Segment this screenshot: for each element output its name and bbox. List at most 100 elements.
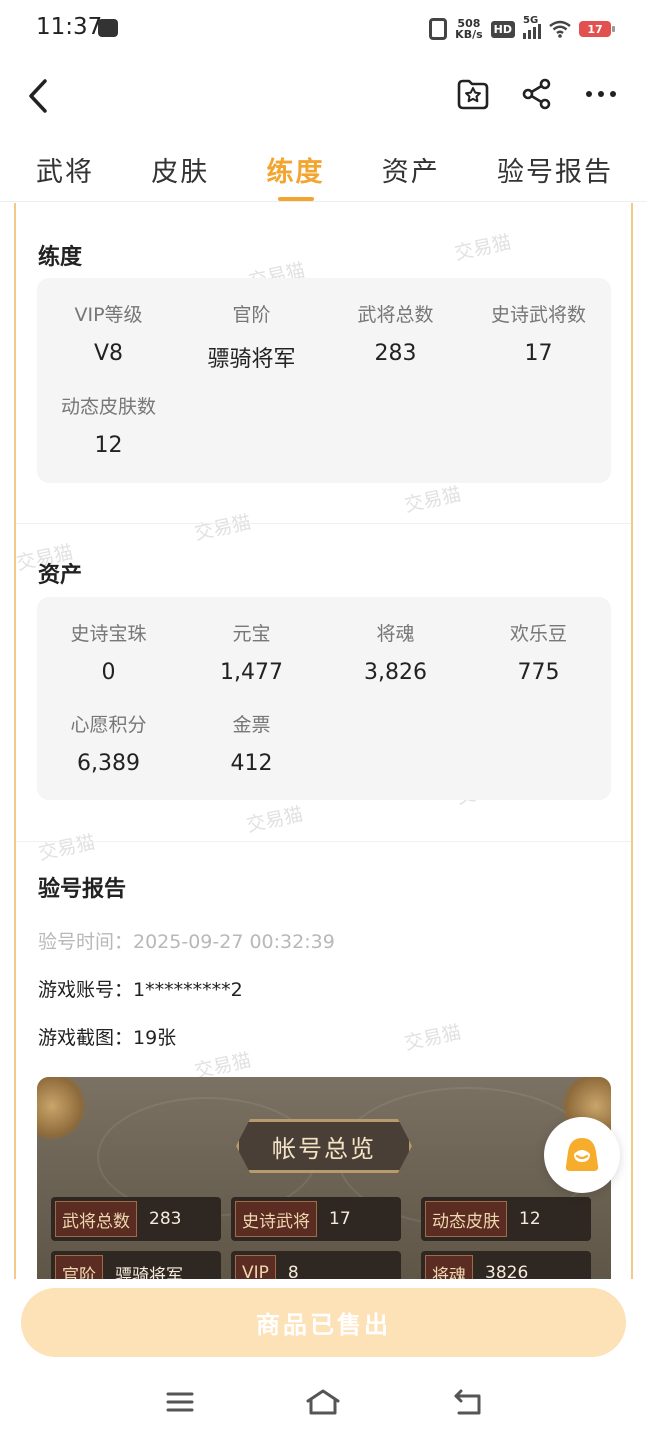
asset-general-soul: 将魂 3,826 — [324, 619, 467, 685]
back-nav-button[interactable] — [448, 1385, 488, 1419]
stat-value: 283 — [374, 341, 417, 366]
home-button[interactable] — [303, 1385, 343, 1419]
report-title: 验号报告 — [38, 877, 127, 902]
detail-content: 交易猫 交易猫 交易猫 交易猫 交易猫 交易猫 交易猫 交易猫 交易猫 交易猫 … — [14, 203, 633, 1279]
cellular-signal-icon: 5G — [523, 15, 541, 39]
report-account: 游戏账号：1*********2 — [38, 979, 243, 1001]
report-screenshots: 游戏截图：19张 — [38, 1027, 177, 1049]
asset-label: 元宝 — [232, 623, 271, 645]
status-bar: 11:37 508 KB/s HD 5G 17 — [0, 0, 647, 58]
back-arrow-icon — [29, 79, 47, 113]
network-speed: 508 KB/s — [455, 18, 482, 40]
menu-button[interactable] — [160, 1385, 200, 1419]
asset-happy-beans: 欢乐豆 775 — [467, 619, 610, 685]
watermark: 交易猫 — [192, 511, 253, 545]
screenshot-stat-value: 283 — [149, 1209, 182, 1229]
asset-label: 欢乐豆 — [509, 623, 567, 645]
battery-icon: 17 — [579, 21, 615, 37]
screenshot-stat: 武将总数 283 — [51, 1197, 221, 1241]
menu-icon — [166, 1392, 194, 1412]
tab-report[interactable]: 验号报告 — [497, 140, 613, 201]
more-button[interactable] — [583, 76, 619, 112]
screenshot-stat: 动态皮肤 12 — [421, 1197, 591, 1241]
share-button[interactable] — [519, 76, 555, 112]
favorite-star-icon — [457, 79, 489, 110]
back-nav-icon — [454, 1389, 481, 1415]
watermark: 交易猫 — [452, 231, 513, 265]
sold-out-button[interactable]: 商品已售出 — [21, 1288, 626, 1357]
asset-label: 将魂 — [376, 623, 415, 645]
screenshot-stat-label: 将魂 — [425, 1255, 473, 1279]
training-panel: VIP等级 V8 官阶 骠骑将军 武将总数 283 史诗武将数 17 动态皮肤数… — [37, 278, 611, 483]
stat-label: 武将总数 — [357, 304, 434, 326]
screenshot-stat-label: VIP — [235, 1255, 276, 1279]
stat-value: 17 — [524, 341, 553, 366]
tab-assets[interactable]: 资产 — [382, 140, 440, 201]
screenshot-stat: 将魂 3826 — [421, 1251, 591, 1279]
screenshot-stat-label: 史诗武将 — [235, 1201, 317, 1237]
customer-service-icon — [565, 1138, 599, 1171]
vibrate-icon — [429, 18, 448, 40]
stat-value: 12 — [94, 433, 123, 458]
asset-yuanbao: 元宝 1,477 — [180, 619, 323, 685]
watermark: 交易猫 — [402, 483, 463, 517]
stat-label: 史诗武将数 — [490, 304, 586, 326]
stat-value: 骠骑将军 — [207, 347, 296, 372]
training-title: 练度 — [38, 245, 83, 270]
report-time: 验号时间：2025-09-27 00:32:39 — [38, 931, 335, 953]
tab-training[interactable]: 练度 — [267, 140, 325, 201]
bottom-action-bar: 商品已售出 — [0, 1279, 647, 1371]
status-indicators: 508 KB/s HD 5G 17 — [429, 14, 615, 44]
screenshot-stat-label: 武将总数 — [55, 1201, 137, 1237]
asset-label: 史诗宝珠 — [70, 623, 147, 645]
back-button[interactable] — [18, 74, 58, 118]
asset-value: 775 — [517, 660, 560, 685]
hd-badge: HD — [490, 20, 515, 38]
watermark: 交易猫 — [402, 1021, 463, 1055]
game-screenshot[interactable]: 帐号总览 武将总数 283 史诗武将 17 动态皮肤 12 官阶 骠骑将军 VI… — [37, 1077, 611, 1279]
favorite-button[interactable] — [455, 76, 491, 112]
system-nav-bar — [0, 1371, 647, 1440]
asset-gold-ticket: 金票 412 — [180, 710, 323, 776]
stat-label: 官阶 — [232, 304, 271, 326]
stat-label: VIP等级 — [74, 304, 143, 326]
share-icon — [522, 78, 551, 110]
top-nav — [0, 62, 647, 130]
divider — [16, 523, 631, 524]
screenshot-stat: 官阶 骠骑将军 — [51, 1251, 221, 1279]
asset-value: 412 — [230, 751, 273, 776]
nav-actions — [455, 76, 619, 112]
asset-wish-points: 心愿积分 6,389 — [37, 710, 180, 776]
app-notification-icon — [98, 19, 118, 37]
network-type: 5G — [523, 15, 539, 26]
screenshot-title: 帐号总览 — [236, 1119, 412, 1173]
status-time: 11:37 — [36, 14, 103, 40]
screenshot-stat: VIP 8 — [231, 1251, 401, 1279]
ornament-left — [37, 1077, 87, 1141]
stat-epic-generals: 史诗武将数 17 — [467, 300, 610, 366]
more-icon — [586, 91, 616, 97]
customer-service-button[interactable] — [544, 1117, 620, 1193]
stat-dynamic-skins: 动态皮肤数 12 — [37, 392, 180, 458]
screenshot-stat-value: 3826 — [485, 1263, 529, 1279]
screenshot-stat: 史诗武将 17 — [231, 1197, 401, 1241]
divider — [16, 841, 631, 842]
stat-rank: 官阶 骠骑将军 — [180, 300, 323, 373]
assets-panel: 史诗宝珠 0 元宝 1,477 将魂 3,826 欢乐豆 775 心愿积分 6,… — [37, 597, 611, 800]
tab-skins[interactable]: 皮肤 — [151, 140, 209, 201]
network-speed-unit: KB/s — [455, 28, 483, 41]
asset-value: 3,826 — [364, 660, 427, 685]
home-icon — [306, 1389, 340, 1415]
tab-bar: 武将 皮肤 练度 资产 验号报告 — [0, 140, 647, 202]
screenshot-stat-value: 12 — [519, 1209, 541, 1229]
screenshot-stat-value: 骠骑将军 — [115, 1265, 183, 1280]
asset-label: 心愿积分 — [70, 714, 147, 736]
screenshot-stat-value: 17 — [329, 1209, 351, 1229]
screenshot-stat-label: 官阶 — [55, 1255, 103, 1279]
asset-label: 金票 — [232, 714, 271, 736]
stat-value: V8 — [93, 341, 124, 366]
asset-epic-orb: 史诗宝珠 0 — [37, 619, 180, 685]
asset-value: 0 — [101, 660, 116, 685]
tab-generals[interactable]: 武将 — [36, 140, 94, 201]
stat-label: 动态皮肤数 — [60, 396, 156, 418]
